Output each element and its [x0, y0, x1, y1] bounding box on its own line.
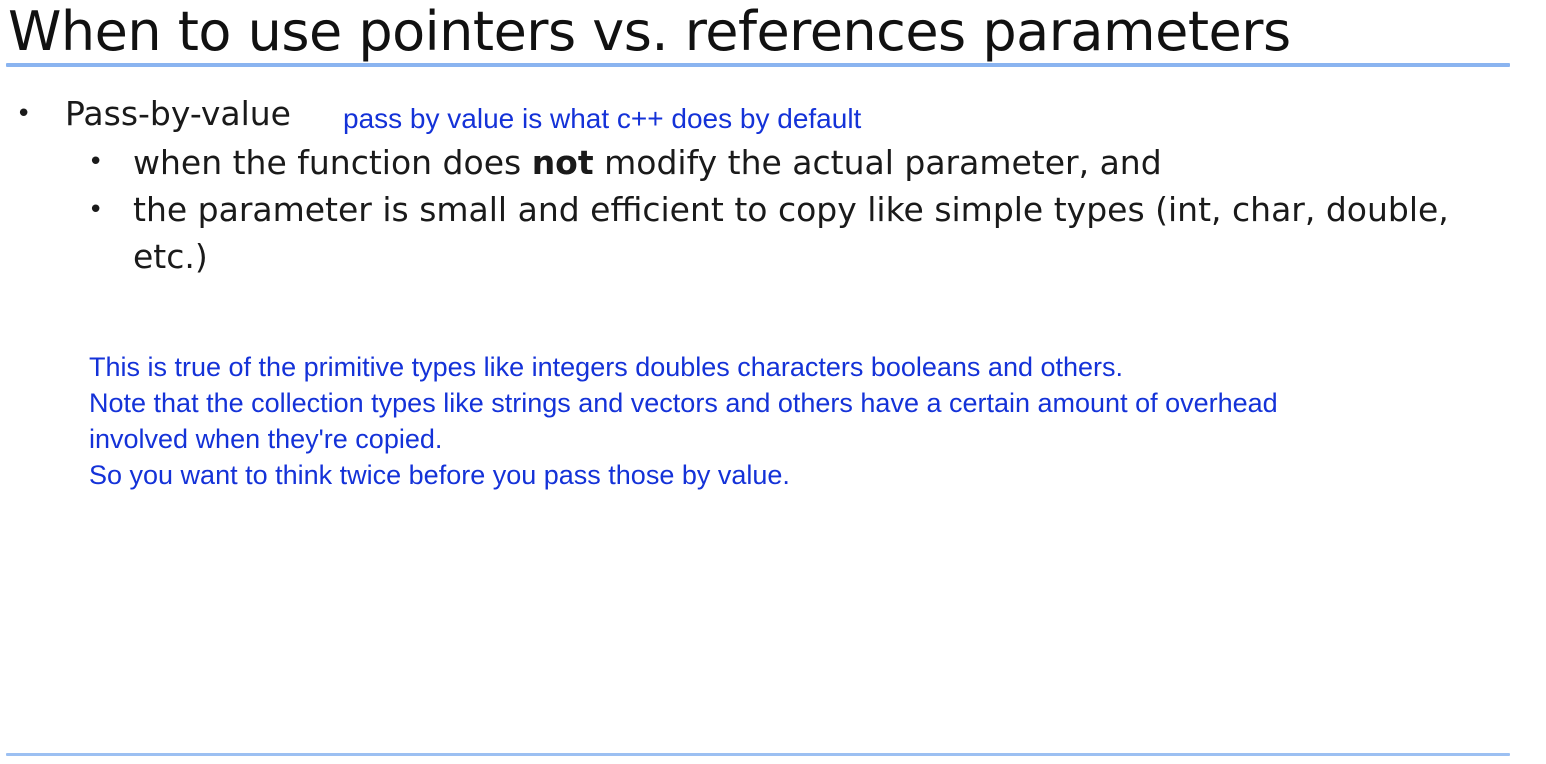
title-underline	[6, 63, 1510, 67]
bullet-pass-by-value: Pass-by-value	[65, 94, 291, 133]
sub-bullet-not-modify: when the function does not modify the ac…	[133, 139, 1463, 186]
bullet-marker-level2: •	[88, 147, 104, 177]
annotation-inline-note: pass by value is what c++ does by defaul…	[343, 103, 862, 134]
note-line: Note that the collection types like stri…	[89, 388, 1278, 418]
sub-bullet-text: modify the actual parameter, and	[593, 143, 1162, 182]
bottom-divider	[6, 753, 1510, 756]
bullet-marker-level1: •	[16, 99, 32, 129]
sub-bullet-text: when the function does	[133, 143, 532, 182]
sub-bullet-small-efficient: the parameter is small and efficient to …	[133, 190, 1449, 276]
bullet-marker-level2: •	[88, 195, 104, 225]
annotation-note-block: This is true of the primitive types like…	[89, 349, 1509, 493]
note-line: So you want to think twice before you pa…	[89, 460, 790, 490]
note-line: involved when they're copied.	[89, 424, 443, 454]
slide-title: When to use pointers vs. references para…	[8, 0, 1291, 63]
note-line: This is true of the primitive types like…	[89, 352, 1124, 382]
emphasis-not: not	[531, 143, 594, 182]
